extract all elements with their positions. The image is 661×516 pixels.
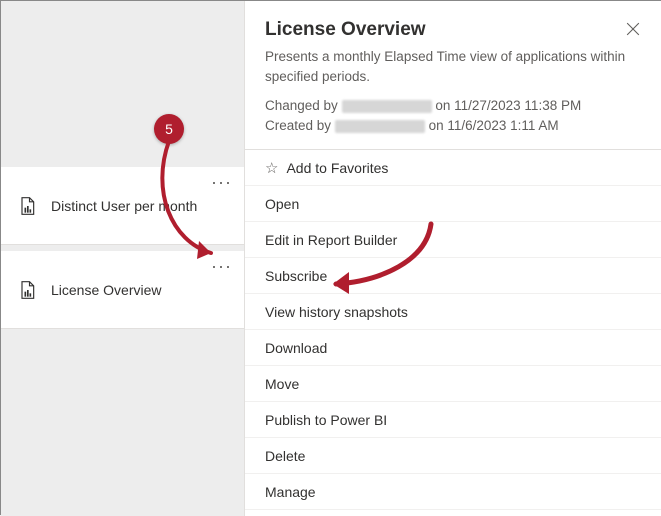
created-by-line: Created by on 11/6/2023 1:11 AM bbox=[265, 116, 641, 136]
panel-header: License Overview Presents a monthly Elap… bbox=[245, 1, 661, 149]
menu-add-favorites[interactable]: ☆ Add to Favorites bbox=[245, 150, 661, 186]
created-by-user-redacted bbox=[335, 120, 425, 133]
menu-label: Open bbox=[265, 196, 299, 212]
step-number: 5 bbox=[165, 121, 173, 137]
step-badge-5: 5 bbox=[154, 114, 184, 144]
created-by-date: on 11/6/2023 1:11 AM bbox=[429, 118, 559, 133]
menu-label: Subscribe bbox=[265, 268, 327, 284]
menu-open[interactable]: Open bbox=[245, 186, 661, 222]
menu-download[interactable]: Download bbox=[245, 330, 661, 366]
panel-title: License Overview bbox=[265, 19, 641, 41]
menu-delete[interactable]: Delete bbox=[245, 438, 661, 474]
changed-by-line: Changed by on 11/27/2023 11:38 PM bbox=[265, 96, 641, 116]
menu-label: View history snapshots bbox=[265, 304, 408, 320]
changed-by-date: on 11/27/2023 11:38 PM bbox=[435, 98, 581, 113]
paginated-report-icon bbox=[17, 280, 37, 300]
menu-subscribe[interactable]: Subscribe bbox=[245, 258, 661, 294]
paginated-report-icon bbox=[17, 196, 37, 216]
changed-by-user-redacted bbox=[342, 100, 432, 113]
menu-label: Delete bbox=[265, 448, 305, 464]
report-item-license-overview[interactable]: License Overview ··· bbox=[1, 251, 244, 329]
menu-move[interactable]: Move bbox=[245, 366, 661, 402]
left-panel: Distinct User per month ··· License Over… bbox=[1, 1, 244, 516]
changed-by-label: Changed by bbox=[265, 98, 338, 113]
menu-label: Download bbox=[265, 340, 327, 356]
context-menu: ☆ Add to Favorites Open Edit in Report B… bbox=[245, 149, 661, 510]
more-options-button[interactable]: ··· bbox=[207, 253, 236, 279]
star-outline-icon: ☆ bbox=[265, 159, 278, 177]
report-label: License Overview bbox=[51, 282, 236, 298]
menu-publish-powerbi[interactable]: Publish to Power BI bbox=[245, 402, 661, 438]
panel-description: Presents a monthly Elapsed Time view of … bbox=[265, 47, 641, 86]
menu-edit-report-builder[interactable]: Edit in Report Builder bbox=[245, 222, 661, 258]
menu-label: Add to Favorites bbox=[286, 160, 388, 176]
close-icon[interactable] bbox=[623, 19, 643, 39]
menu-label: Manage bbox=[265, 484, 316, 500]
context-panel: License Overview Presents a monthly Elap… bbox=[244, 1, 661, 516]
menu-label: Move bbox=[265, 376, 299, 392]
report-label: Distinct User per month bbox=[51, 198, 236, 214]
more-options-button[interactable]: ··· bbox=[207, 169, 236, 195]
menu-label: Publish to Power BI bbox=[265, 412, 387, 428]
created-by-label: Created by bbox=[265, 118, 331, 133]
menu-label: Edit in Report Builder bbox=[265, 232, 397, 248]
menu-view-history[interactable]: View history snapshots bbox=[245, 294, 661, 330]
menu-manage[interactable]: Manage bbox=[245, 474, 661, 510]
report-list: Distinct User per month ··· License Over… bbox=[1, 167, 244, 329]
report-item-distinct-user[interactable]: Distinct User per month ··· bbox=[1, 167, 244, 245]
